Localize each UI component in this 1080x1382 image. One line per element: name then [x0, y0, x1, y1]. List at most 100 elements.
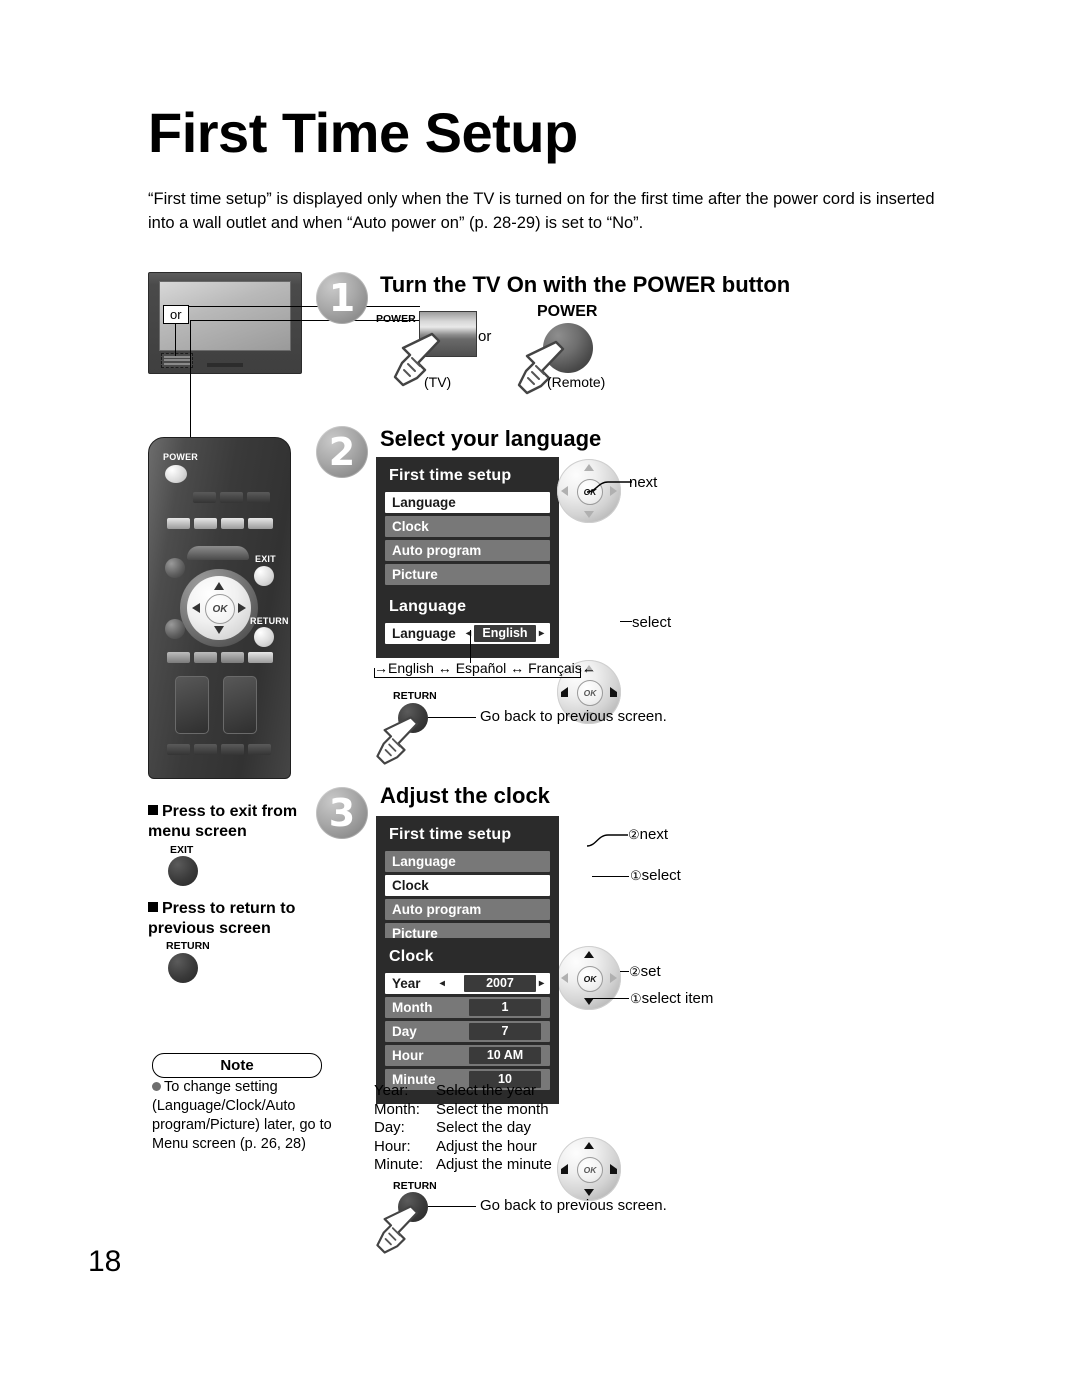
remote-key-r2c1[interactable]: [167, 518, 190, 529]
remote-key-r2c3[interactable]: [221, 518, 244, 529]
description-text: Adjust the minute: [436, 1156, 552, 1173]
osd-row-value: 2007: [463, 975, 536, 992]
value-right-arrow-icon[interactable]: ▸: [536, 975, 547, 992]
osd-clock-panel: Clock Year ◂ 2007 ▸ Month 1 Day 7 Hour 1…: [376, 938, 559, 1104]
dpad-ok-button[interactable]: OK: [577, 1157, 603, 1183]
description-term: Year:: [374, 1082, 409, 1099]
osd-row-value: 1: [469, 999, 541, 1016]
exit-bullet: Press to exit from menu screen: [148, 802, 328, 842]
remote-ok-key[interactable]: OK: [205, 594, 235, 624]
dpad-ok-button[interactable]: OK: [577, 680, 603, 706]
dpad-left-icon: [561, 973, 568, 983]
osd-row-label: Clock: [392, 878, 429, 893]
remote-exit-key[interactable]: [254, 566, 274, 586]
osd-row-day[interactable]: Day 7: [385, 1021, 550, 1042]
osd-row-label: Language: [392, 495, 456, 510]
description-row: Minute: Adjust the minute: [374, 1156, 552, 1174]
dpad-right-icon: [610, 973, 617, 983]
leader-line-select-item: [592, 998, 629, 1000]
remote-key-r4c1[interactable]: [167, 744, 190, 755]
remote-control-illustration: POWER EXIT OK RETURN: [148, 437, 291, 779]
leader-line-set: [620, 971, 629, 973]
or-text: or: [478, 328, 492, 345]
remote-dpad-left-icon[interactable]: [192, 603, 200, 613]
note-title: Note: [220, 1057, 254, 1074]
dpad-left-icon: [561, 687, 568, 697]
tv-power-label: POWER: [376, 313, 416, 325]
tv-caption: (TV): [424, 374, 452, 390]
dpad-ok-button[interactable]: OK: [577, 966, 603, 992]
hand-pointer-icon-return-step3: [376, 1205, 419, 1254]
remote-key-r2c4[interactable]: [248, 518, 273, 529]
step-2-circle: 2: [316, 426, 368, 478]
remote-dpad-down-icon[interactable]: [214, 626, 224, 634]
osd-row-language-value[interactable]: Language ◂ English ▸: [385, 623, 550, 644]
description-term: Day:: [374, 1119, 405, 1136]
remote-key-r4c4[interactable]: [248, 744, 271, 755]
remote-key-r1c1[interactable]: [193, 492, 216, 503]
description-row: Hour: Adjust the hour: [374, 1137, 552, 1156]
bullet-square-icon: [148, 805, 158, 815]
remote-key-r3c2[interactable]: [194, 652, 217, 663]
osd-row-picture[interactable]: Picture: [385, 564, 550, 585]
remote-key-r2c2[interactable]: [194, 518, 217, 529]
hand-pointer-icon-return-step2: [376, 716, 419, 765]
note-badge: Note: [152, 1053, 322, 1078]
remote-dpad-up-icon[interactable]: [214, 582, 224, 590]
remote-power-key[interactable]: [165, 465, 187, 483]
remote-return-key[interactable]: [254, 627, 274, 647]
osd-row-language[interactable]: Language: [385, 851, 550, 872]
osd-row-clock[interactable]: Clock: [385, 875, 550, 896]
return-button-label-left: RETURN: [166, 940, 210, 952]
dpad-annotation-next: next: [629, 474, 658, 491]
remote-key-r3c1[interactable]: [167, 652, 190, 663]
remote-caption: (Remote): [547, 374, 606, 390]
dpad-diagram-clock[interactable]: OK: [557, 1137, 621, 1201]
remote-exit-key-label: EXIT: [255, 554, 276, 564]
osd-row-month[interactable]: Month 1: [385, 997, 550, 1018]
callout-line-tv-top: [175, 306, 420, 308]
remote-dpad[interactable]: OK: [180, 569, 258, 647]
osd-row-hour[interactable]: Hour 10 AM: [385, 1045, 550, 1066]
page-title: First Time Setup: [148, 101, 578, 164]
description-row: Day: Select the day: [374, 1119, 552, 1137]
value-right-arrow-icon[interactable]: ▸: [536, 625, 547, 642]
leader-line-next: [586, 481, 632, 493]
leader-line-return-step3: [428, 1206, 476, 1208]
osd-row-auto-program[interactable]: Auto program: [385, 540, 550, 561]
leader-line-select: [620, 621, 632, 623]
step-3-circle: 3: [316, 787, 368, 839]
remote-key-r3c4[interactable]: [248, 652, 273, 663]
description-text: Select the year: [436, 1082, 537, 1099]
remote-key-r1c3[interactable]: [247, 492, 270, 503]
return-button-label-step2: RETURN: [393, 690, 437, 702]
remote-dpad-right-icon[interactable]: [238, 603, 246, 613]
dpad-left-icon: [561, 486, 568, 496]
remote-key-r1c2[interactable]: [220, 492, 243, 503]
dpad-down-icon: [584, 1189, 594, 1196]
remote-key-left-upper[interactable]: [165, 558, 185, 578]
description-text: Adjust the hour: [436, 1137, 537, 1155]
annotation-text: set: [640, 963, 661, 980]
remote-key-r3c3[interactable]: [221, 652, 244, 663]
remote-key-r4c3[interactable]: [221, 744, 244, 755]
remote-rocker-right[interactable]: [223, 676, 257, 734]
return-button-left[interactable]: [168, 953, 198, 983]
remote-key-r4c2[interactable]: [194, 744, 217, 755]
value-left-arrow-icon[interactable]: ◂: [437, 975, 448, 992]
osd-row-year[interactable]: Year ◂ 2007 ▸: [385, 973, 550, 994]
osd-row-auto-program[interactable]: Auto program: [385, 899, 550, 920]
remote-rocker-left[interactable]: [175, 676, 209, 734]
step-1-circle: 1: [316, 272, 368, 324]
osd-row-clock[interactable]: Clock: [385, 516, 550, 537]
osd-row-language[interactable]: Language: [385, 492, 550, 513]
exit-button-label: EXIT: [170, 844, 194, 856]
osd-row-label: Language: [392, 854, 456, 869]
leader-line-select-step3: [592, 876, 629, 878]
dpad-diagram-step3[interactable]: OK: [557, 946, 621, 1010]
remote-menu-bar-key[interactable]: [187, 546, 249, 560]
osd-row-value: English: [473, 625, 536, 642]
value-left-arrow-icon[interactable]: ◂: [463, 625, 474, 642]
exit-button[interactable]: [168, 856, 198, 886]
remote-key-left-lower[interactable]: [165, 619, 185, 639]
